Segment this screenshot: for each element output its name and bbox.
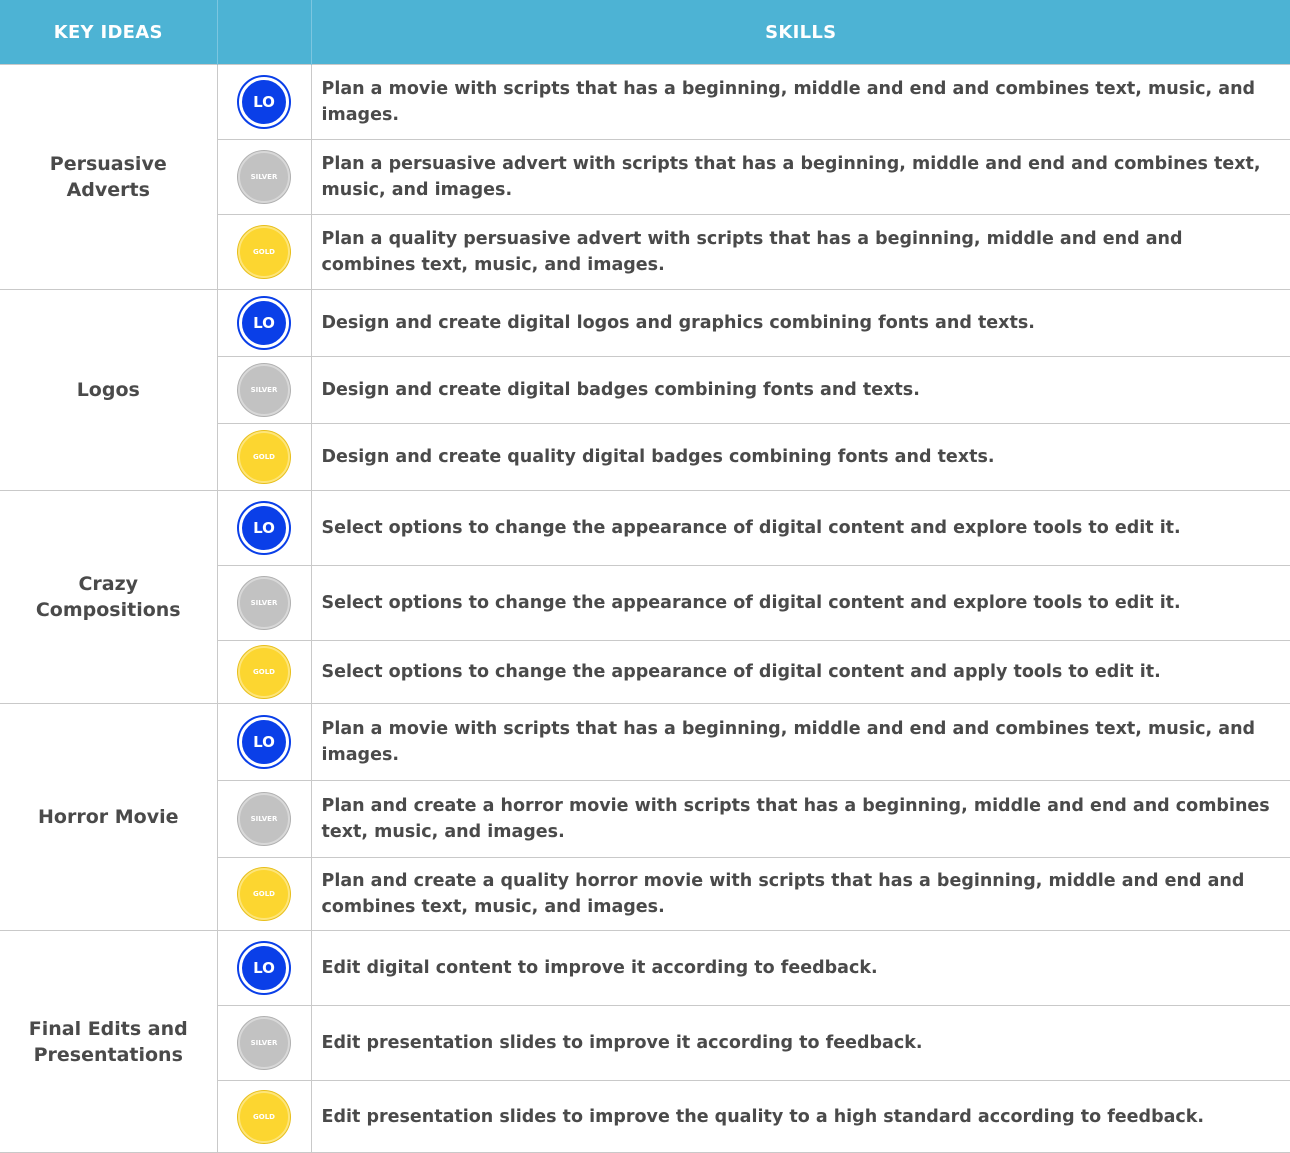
badge-cell: SILVER xyxy=(217,1005,312,1081)
topic-label: Crazy Compositions xyxy=(35,573,181,621)
lo-badge-icon: LO xyxy=(239,503,289,553)
table-row: Persuasive Adverts LO Plan a movie with … xyxy=(0,64,1290,290)
table-row: Final Edits and Presentations LO Edit di… xyxy=(0,930,1290,1153)
skill-text: Design and create digital badges combini… xyxy=(310,356,1290,424)
skill-text: Edit digital content to improve it accor… xyxy=(310,930,1290,1006)
key-ideas-header: KEY IDEAS xyxy=(0,0,218,65)
skill-text: Design and create quality digital badges… xyxy=(310,423,1290,491)
table-row: Crazy Compositions LO Select options to … xyxy=(0,490,1290,704)
skill-text: Design and create digital logos and grap… xyxy=(310,289,1290,357)
silver-badge-icon: SILVER xyxy=(238,151,290,203)
skill-text: Plan and create a quality horror movie w… xyxy=(310,857,1290,931)
skill-text: Select options to change the appearance … xyxy=(310,565,1290,641)
lo-badge-icon: LO xyxy=(239,298,289,348)
badge-cell: LO xyxy=(216,289,312,357)
gold-badge-icon: GOLD xyxy=(238,226,290,278)
topic-label: Horror Movie xyxy=(38,806,179,828)
topic-label: Final Edits and Presentations xyxy=(28,1017,188,1066)
badge-cell: GOLD xyxy=(217,857,312,931)
lo-badge-icon: LO xyxy=(239,77,289,127)
topic-cell: Logos xyxy=(0,289,218,491)
skill-text: Plan and create a horror movie with scri… xyxy=(310,780,1290,858)
gold-badge-icon: GOLD xyxy=(238,868,290,920)
badge-cell: GOLD xyxy=(217,1080,312,1153)
badge-cell: GOLD xyxy=(217,214,312,290)
topic-cell: Horror Movie xyxy=(0,703,218,931)
skill-text: Plan a movie with scripts that has a beg… xyxy=(310,64,1290,140)
silver-badge-icon: SILVER xyxy=(238,577,290,629)
badge-cell: LO xyxy=(216,930,312,1006)
topic-cell: Final Edits and Presentations xyxy=(0,930,218,1153)
badge-header xyxy=(217,0,312,65)
skill-text: Select options to change the appearance … xyxy=(310,640,1290,704)
topic-cell: Crazy Compositions xyxy=(0,490,218,704)
table-row: Logos LO Design and create digital logos… xyxy=(0,289,1290,491)
badge-cell: SILVER xyxy=(217,356,312,424)
skill-text: Plan a quality persuasive advert with sc… xyxy=(310,214,1290,290)
skill-text: Plan a movie with scripts that has a beg… xyxy=(310,703,1290,781)
badge-cell: LO xyxy=(216,703,312,781)
table-row: Horror Movie LO Plan a movie with script… xyxy=(0,703,1290,931)
gold-badge-icon: GOLD xyxy=(238,646,290,698)
header-row: KEY IDEAS SKILLS xyxy=(0,0,1290,65)
skills-table: KEY IDEAS SKILLS Persuasive Adverts LO P… xyxy=(0,0,1290,1153)
topic-label: Logos xyxy=(76,379,140,401)
skill-text: Edit presentation slides to improve the … xyxy=(310,1080,1290,1153)
badge-cell: SILVER xyxy=(217,565,312,641)
badge-cell: GOLD xyxy=(217,423,312,491)
topic-label: Persuasive Adverts xyxy=(49,153,167,201)
badge-cell: LO xyxy=(216,490,312,566)
skills-header: SKILLS xyxy=(311,0,1290,65)
badge-cell: GOLD xyxy=(217,640,312,704)
silver-badge-icon: SILVER xyxy=(238,793,290,845)
skill-text: Select options to change the appearance … xyxy=(310,490,1290,566)
silver-badge-icon: SILVER xyxy=(238,364,290,416)
silver-badge-icon: SILVER xyxy=(238,1017,290,1069)
lo-badge-icon: LO xyxy=(239,717,289,767)
gold-badge-icon: GOLD xyxy=(238,1090,290,1143)
badge-cell: SILVER xyxy=(217,780,312,858)
topic-cell: Persuasive Adverts xyxy=(0,64,218,290)
skill-text: Plan a persuasive advert with scripts th… xyxy=(310,139,1290,215)
gold-badge-icon: GOLD xyxy=(238,431,290,483)
skill-text: Edit presentation slides to improve it a… xyxy=(310,1005,1290,1081)
badge-cell: SILVER xyxy=(217,139,312,215)
badge-cell: LO xyxy=(216,64,312,140)
lo-badge-icon: LO xyxy=(239,943,289,993)
